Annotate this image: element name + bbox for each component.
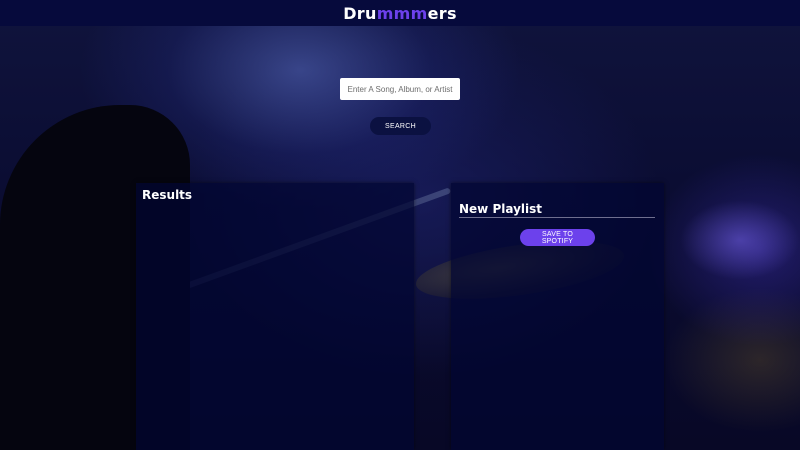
- app-logo: Drummmers: [343, 4, 457, 23]
- playlist-divider: [459, 217, 655, 218]
- playlist-title-input[interactable]: [459, 202, 649, 216]
- search-input[interactable]: [340, 78, 460, 100]
- logo-accent: mmm: [376, 3, 428, 23]
- logo-suffix: ers: [427, 3, 457, 23]
- search-button[interactable]: SEARCH: [370, 117, 431, 135]
- logo-prefix: Dru: [343, 3, 377, 23]
- results-panel: Results: [136, 183, 414, 450]
- results-title: Results: [142, 188, 193, 202]
- playlist-panel: SAVE TO SPOTIFY: [451, 183, 664, 450]
- stage-light: [680, 200, 800, 280]
- save-to-spotify-button[interactable]: SAVE TO SPOTIFY: [520, 229, 595, 246]
- app-header: Drummmers: [0, 0, 800, 26]
